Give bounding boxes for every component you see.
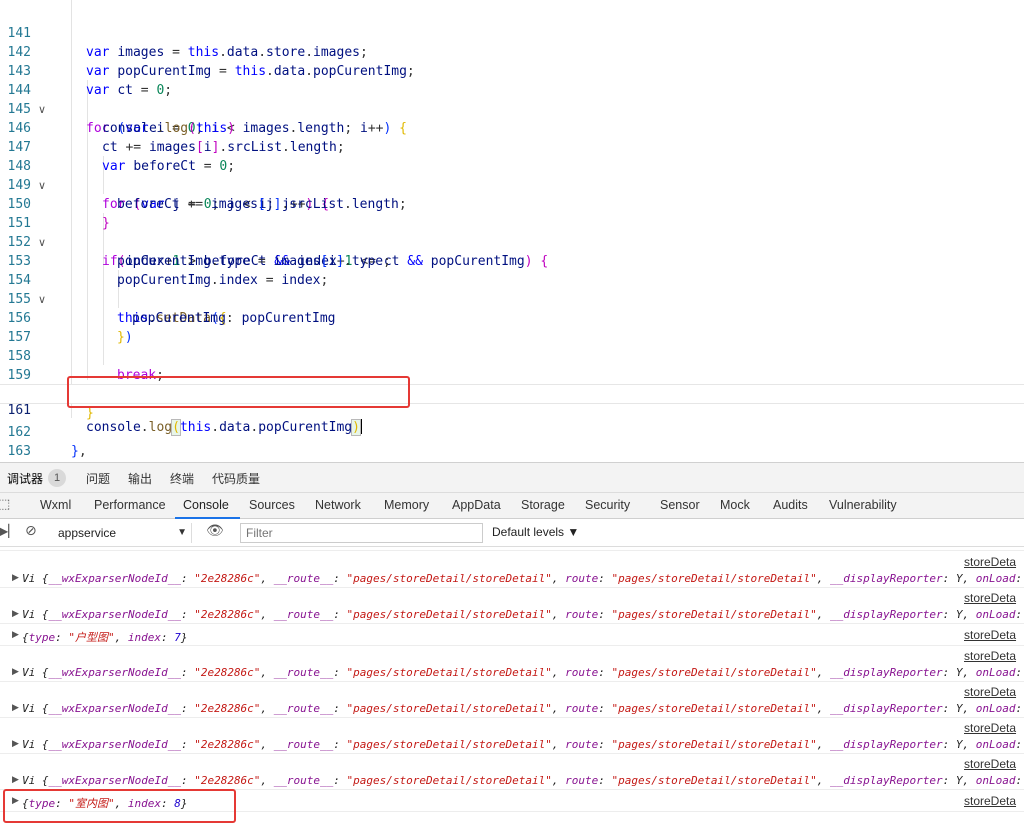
expand-triangle-icon[interactable]: ▶: [12, 609, 19, 619]
code-line[interactable]: 158 break;: [0, 328, 1024, 383]
tab-storage[interactable]: Storage: [521, 498, 565, 512]
tab-terminal[interactable]: 终端: [170, 470, 194, 487]
log-entry[interactable]: storeDeta ▶ Vi {__wxExparserNodeId__: "2…: [0, 646, 1024, 682]
expand-triangle-icon[interactable]: ▶: [12, 667, 19, 677]
source-link[interactable]: storeDeta: [964, 649, 1016, 663]
tab-sources[interactable]: Sources: [249, 498, 295, 512]
expand-triangle-icon[interactable]: ▶: [12, 630, 19, 640]
code-line[interactable]: 155 popCurentImg: popCurentImg: [0, 271, 1024, 326]
log-text: Vi {__wxExparserNodeId__: "2e28286c", __…: [22, 738, 1023, 751]
filter-input[interactable]: [240, 523, 483, 543]
code-line[interactable]: 141 var images = this.data.store.images;: [0, 5, 1024, 60]
tab-output[interactable]: 输出: [128, 470, 152, 487]
panel-tabbar: ⬚ Wxml Performance Console Sources Netwo…: [0, 493, 1024, 519]
tab-security[interactable]: Security: [585, 498, 630, 512]
tab-mock[interactable]: Mock: [720, 498, 750, 512]
code-line[interactable]: 145 console.log(this): [0, 81, 1024, 136]
code-line[interactable]: 142 var popCurentImg = this.data.popCure…: [0, 24, 1024, 79]
source-link[interactable]: storeDeta: [964, 685, 1016, 699]
tab-performance[interactable]: Performance: [94, 498, 166, 512]
code-line[interactable]: 150 }: [0, 176, 1024, 231]
tab-debugger[interactable]: 调试器: [7, 470, 43, 487]
log-entry[interactable]: storeDeta ▶ Vi {__wxExparserNodeId__: "2…: [0, 718, 1024, 754]
code-line[interactable]: 153 popCurentImg.index = index;: [0, 233, 1024, 288]
log-entry[interactable]: storeDeta ▶ Vi {__wxExparserNodeId__: "2…: [0, 552, 1024, 588]
code-line[interactable]: 144 ∨ for (var i = 0; i < images.length;…: [0, 62, 1024, 136]
context-select[interactable]: appservice ▼: [52, 523, 192, 543]
devtools-panel: 调试器 1 问题 输出 终端 代码质量 ⬚ Wxml Performance C…: [0, 462, 1024, 835]
code-line[interactable]: 162 },: [0, 404, 1024, 459]
code-line[interactable]: 163: [0, 423, 1024, 459]
code-line[interactable]: 159 }: [0, 347, 1024, 402]
clear-console-icon[interactable]: ⊘: [25, 523, 37, 539]
code-line[interactable]: 146 ct += images[i].srcList.length;: [0, 100, 1024, 155]
code-line[interactable]: 164 ∨ /**: [0, 442, 1024, 461]
code-line-current[interactable]: 161 console.log(this.data.popCurentImg): [0, 384, 1024, 436]
tab-wxml[interactable]: Wxml: [40, 498, 71, 512]
log-entry[interactable]: storeDeta ▶ Vi {__wxExparserNodeId__: "2…: [0, 588, 1024, 624]
eye-icon[interactable]: 👁: [206, 523, 224, 539]
code-line[interactable]: 154 ∨ this.setData({: [0, 252, 1024, 326]
log-text: Vi {__wxExparserNodeId__: "2e28286c", __…: [22, 608, 1023, 621]
expand-triangle-icon[interactable]: ▶: [12, 775, 19, 785]
log-entry[interactable]: storeDeta ▶ Vi {__wxExparserNodeId__: "2…: [0, 754, 1024, 790]
tab-audits[interactable]: Audits: [773, 498, 808, 512]
debugger-tabbar: 调试器 1 问题 输出 终端 代码质量: [0, 463, 1024, 493]
sidebar-toggle-icon[interactable]: ▶▏: [0, 524, 17, 538]
expand-triangle-icon[interactable]: ▶: [12, 703, 19, 713]
levels-dropdown[interactable]: Default levels ▼: [492, 525, 579, 539]
issue-count-badge: 1: [48, 469, 66, 487]
code-line[interactable]: 148 ∨ for (var j = 0; j < i; j++) {: [0, 138, 1024, 212]
source-link[interactable]: storeDeta: [964, 757, 1016, 771]
log-entry[interactable]: ▶ {type: "户型图", index: 7} storeDeta: [0, 624, 1024, 646]
tab-issues[interactable]: 问题: [86, 470, 110, 487]
tab-network[interactable]: Network: [315, 498, 361, 512]
log-text: Vi {__wxExparserNodeId__: "2e28286c", __…: [22, 702, 1023, 715]
expand-triangle-icon[interactable]: ▶: [12, 573, 19, 583]
inspect-icon[interactable]: ⬚: [0, 497, 10, 512]
code-line[interactable]: 156 }): [0, 290, 1024, 345]
code-line[interactable]: 160 }: [0, 366, 1024, 421]
log-entry[interactable]: ▶ {type: "室内图", index: 8} storeDeta: [0, 790, 1024, 812]
console-log: storeDeta ▶ Vi {__wxExparserNodeId__: "2…: [0, 548, 1024, 835]
source-link[interactable]: storeDeta: [964, 591, 1016, 605]
code-line[interactable]: 157: [0, 309, 1024, 345]
tab-console[interactable]: Console: [183, 498, 229, 512]
source-link[interactable]: storeDeta: [964, 721, 1016, 735]
log-entry[interactable]: storeDeta ▶ Vi {__wxExparserNodeId__: "2…: [0, 682, 1024, 718]
log-text: {type: "室内图", index: 8}: [22, 797, 188, 810]
source-link[interactable]: storeDeta: [964, 628, 1016, 642]
active-tab-indicator: [175, 517, 240, 519]
chevron-down-icon: ▼: [177, 527, 187, 538]
code-line[interactable]: 147 var beforeCt = 0;: [0, 119, 1024, 174]
expand-triangle-icon[interactable]: ▶: [12, 739, 19, 749]
log-text: Vi {__wxExparserNodeId__: "2e28286c", __…: [22, 666, 1023, 679]
code-line[interactable]: 151 ∨ if(index+1 > beforeCt && index+1 <…: [0, 195, 1024, 269]
source-link[interactable]: storeDeta: [964, 794, 1016, 808]
console-toolbar: ▶▏ ⊘ appservice ▼ 👁 Default levels ▼: [0, 520, 1024, 547]
log-text: Vi {__wxExparserNodeId__: "2e28286c", __…: [22, 572, 1023, 585]
code-line[interactable]: 149 beforeCt += images[j].srcList.length…: [0, 157, 1024, 212]
log-text: Vi {__wxExparserNodeId__: "2e28286c", __…: [22, 774, 1023, 787]
tab-vulnerability[interactable]: Vulnerability: [829, 498, 897, 512]
tab-memory[interactable]: Memory: [384, 498, 429, 512]
log-text: {type: "户型图", index: 7}: [22, 631, 188, 644]
code-editor[interactable]: 141 var images = this.data.store.images;…: [0, 0, 1024, 462]
code-line[interactable]: 143 var ct = 0;: [0, 43, 1024, 98]
tab-code-quality[interactable]: 代码质量: [212, 470, 260, 487]
context-select-value: appservice: [58, 526, 117, 540]
source-link[interactable]: storeDeta: [964, 555, 1016, 569]
tab-sensor[interactable]: Sensor: [660, 498, 700, 512]
expand-triangle-icon[interactable]: ▶: [12, 796, 19, 806]
tab-appdata[interactable]: AppData: [452, 498, 501, 512]
log-entry[interactable]: [0, 548, 1024, 551]
code-line[interactable]: 152 popCurentImg.type = images[i].type;: [0, 214, 1024, 269]
